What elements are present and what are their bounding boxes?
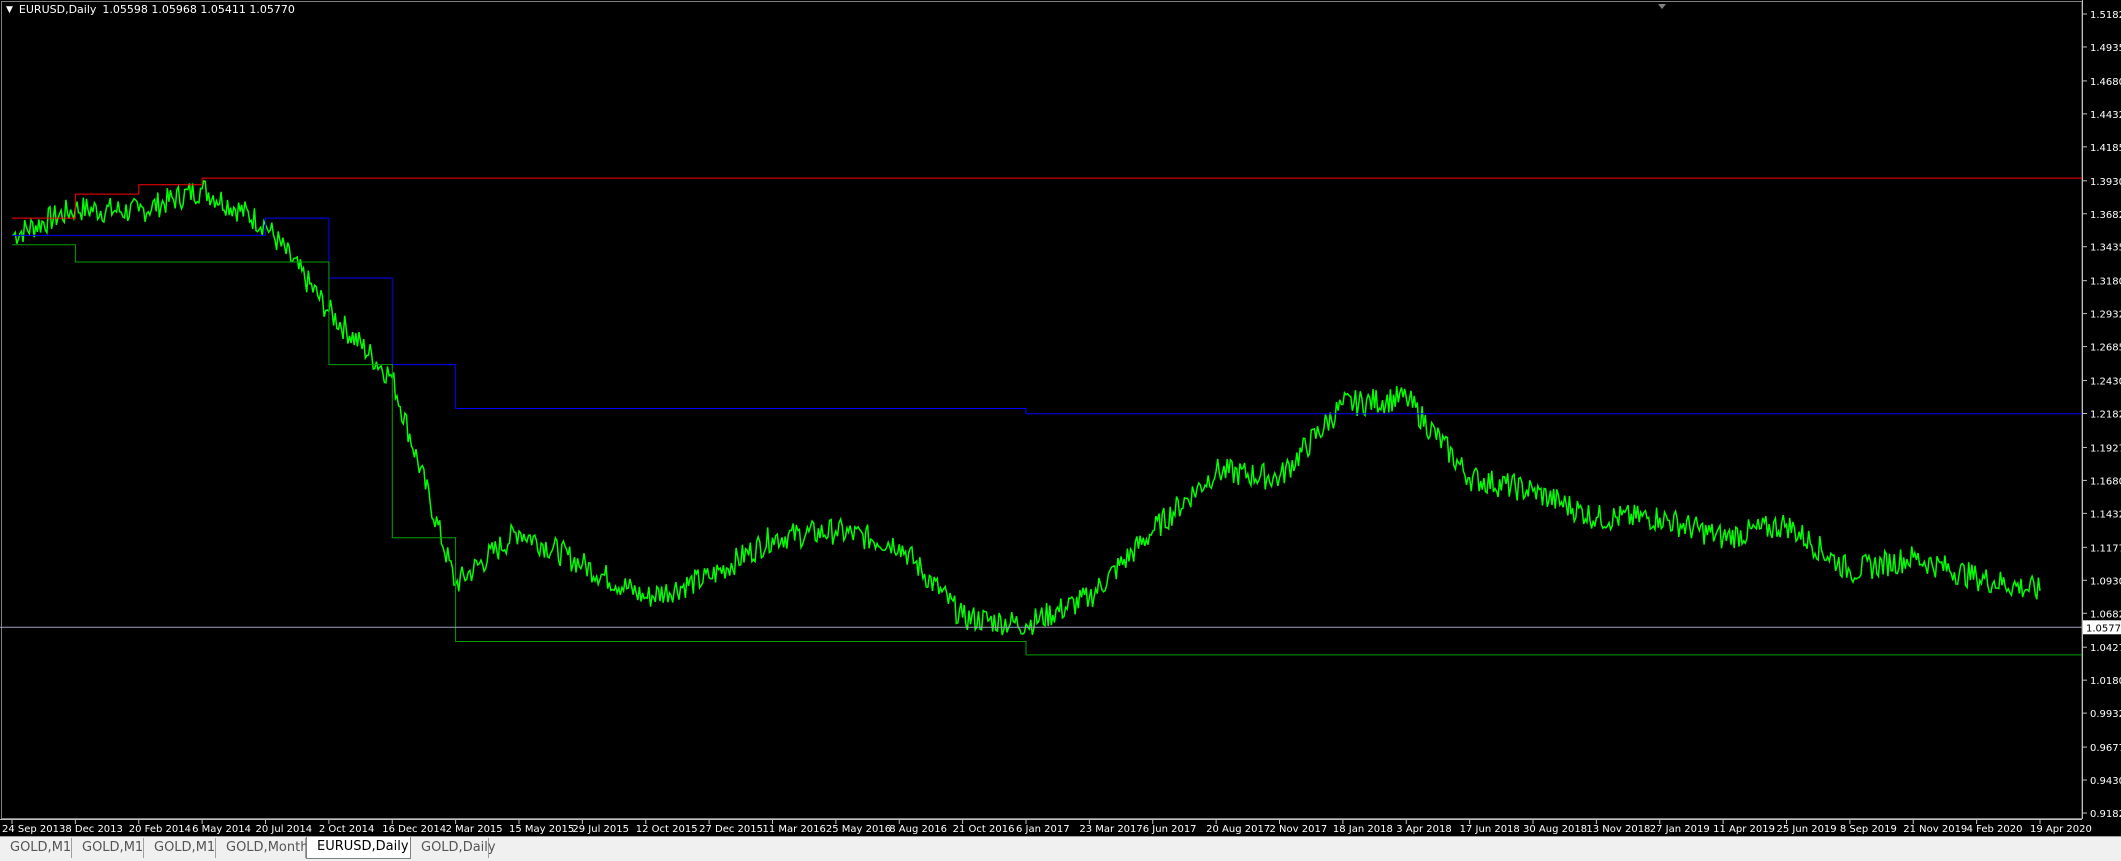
time-tick-label: 13 Nov 2018 <box>1586 824 1650 835</box>
price-tick-label: 1.49350 <box>2090 43 2121 54</box>
price-tick-label: 1.06825 <box>2090 609 2121 620</box>
chart-tab[interactable]: GOLD,M1 <box>144 838 216 858</box>
chart-tab[interactable]: GOLD,Monthly <box>216 838 320 858</box>
price-tick-label: 1.14325 <box>2090 509 2121 520</box>
current-price-label: 1.05770 <box>2086 623 2121 634</box>
chart-tab-bar: GOLD,M1 GOLD,M1 GOLD,M1 GOLD,Monthly EURUSD,… <box>0 836 2121 861</box>
time-tick-label: 6 Jan 2017 <box>1016 824 1070 835</box>
price-tick-label: 1.26850 <box>2090 343 2121 354</box>
chart-tab[interactable]: EURUSD,Daily <box>306 837 411 859</box>
price-tick-label: 1.19275 <box>2090 443 2121 454</box>
time-tick-label: 2 Nov 2017 <box>1270 824 1328 835</box>
time-tick-label: 11 Apr 2019 <box>1713 824 1775 835</box>
time-tick-label: 30 Aug 2018 <box>1523 824 1587 835</box>
price-tick-label: 1.36825 <box>2090 210 2121 221</box>
price-close-line <box>11 179 2041 636</box>
time-tick-label: 2 Oct 2014 <box>319 824 374 835</box>
highest-level-line <box>12 177 2082 219</box>
price-tick-label: 1.04275 <box>2090 643 2121 654</box>
price-tick-label: 1.46800 <box>2090 77 2121 88</box>
price-tick-label: 1.41850 <box>2090 143 2121 154</box>
time-tick-label: 20 Aug 2017 <box>1206 824 1270 835</box>
price-tick-label: 1.21825 <box>2090 410 2121 421</box>
time-tick-label: 8 Sep 2019 <box>1840 824 1897 835</box>
time-tick-label: 25 Jun 2019 <box>1777 824 1837 835</box>
chart-tab[interactable]: GOLD,M1 <box>72 838 144 858</box>
price-tick-label: 1.09300 <box>2090 576 2121 587</box>
chart-area[interactable]: 1.51825 1.49350 1.46800 1.44325 1.41850 1.393… <box>0 0 2121 836</box>
time-tick-label: 24 Sep 2013 <box>2 824 65 835</box>
time-tick-label: 6 Jun 2017 <box>1143 824 1197 835</box>
chart-tab[interactable]: GOLD,Daily <box>411 838 496 858</box>
channel-level-line <box>12 217 2082 415</box>
time-tick-label: 2 Mar 2015 <box>446 824 503 835</box>
ohlc-values: 1.05598 1.05968 1.05411 1.05770 <box>102 3 295 16</box>
price-tick-label: 1.51825 <box>2090 10 2121 21</box>
time-tick-label: 18 Jan 2018 <box>1333 824 1393 835</box>
symbol-header: ▼ EURUSD,Daily 1.05598 1.05968 1.05411 1… <box>6 3 295 16</box>
price-tick-label: 1.01800 <box>2090 676 2121 687</box>
time-tick-label: 19 Apr 2020 <box>2030 824 2092 835</box>
chart-tab[interactable]: GOLD,M1 <box>0 838 72 858</box>
price-tick-label: 1.44325 <box>2090 110 2121 121</box>
time-tick-label: 11 Mar 2016 <box>763 824 826 835</box>
price-tick-label: 1.29325 <box>2090 310 2121 321</box>
time-tick-label: 6 May 2014 <box>192 824 251 835</box>
price-tick-label: 1.34350 <box>2090 243 2121 254</box>
time-tick-label: 27 Jan 2019 <box>1650 824 1710 835</box>
dropdown-triangle-icon[interactable]: ▼ <box>6 5 13 15</box>
time-tick-label: 20 Feb 2014 <box>129 824 191 835</box>
time-tick-label: 16 Dec 2014 <box>382 824 446 835</box>
lowest-level-line <box>12 244 2082 656</box>
time-tick-label: 8 Dec 2013 <box>65 824 123 835</box>
time-tick-label: 17 Jun 2018 <box>1460 824 1520 835</box>
time-tick-label: 21 Oct 2016 <box>953 824 1015 835</box>
price-tick-label: 0.94300 <box>2090 776 2121 787</box>
price-tick-label: 1.11775 <box>2090 543 2121 554</box>
price-tick-label: 1.24300 <box>2090 377 2121 388</box>
time-tick-label: 15 May 2015 <box>509 824 574 835</box>
chart-frame <box>1 1 2083 819</box>
price-tick-label: 1.39300 <box>2090 177 2121 188</box>
price-tick-label: 0.91825 <box>2090 809 2121 820</box>
time-tick-label: 23 Mar 2017 <box>1079 824 1142 835</box>
price-tick-label: 0.99325 <box>2090 709 2121 720</box>
time-tick-label: 29 Jul 2015 <box>572 824 629 835</box>
price-chart[interactable]: 1.51825 1.49350 1.46800 1.44325 1.41850 1.393… <box>0 0 2121 836</box>
time-tick-label: 27 Dec 2015 <box>699 824 763 835</box>
chart-shift-marker-icon <box>1658 4 1666 9</box>
symbol-name: EURUSD,Daily <box>18 3 97 16</box>
time-tick-label: 20 Jul 2014 <box>256 824 313 835</box>
time-tick-label: 12 Oct 2015 <box>636 824 698 835</box>
time-tick-label: 4 Feb 2020 <box>1967 824 2023 835</box>
time-tick-label: 3 Apr 2018 <box>1396 824 1451 835</box>
time-tick-label: 8 Aug 2016 <box>889 824 947 835</box>
time-tick-label: 21 Nov 2019 <box>1903 824 1967 835</box>
price-tick-label: 1.31800 <box>2090 277 2121 288</box>
price-tick-label: 0.96775 <box>2090 743 2121 754</box>
price-tick-label: 1.16800 <box>2090 476 2121 487</box>
time-tick-label: 25 May 2016 <box>826 824 891 835</box>
